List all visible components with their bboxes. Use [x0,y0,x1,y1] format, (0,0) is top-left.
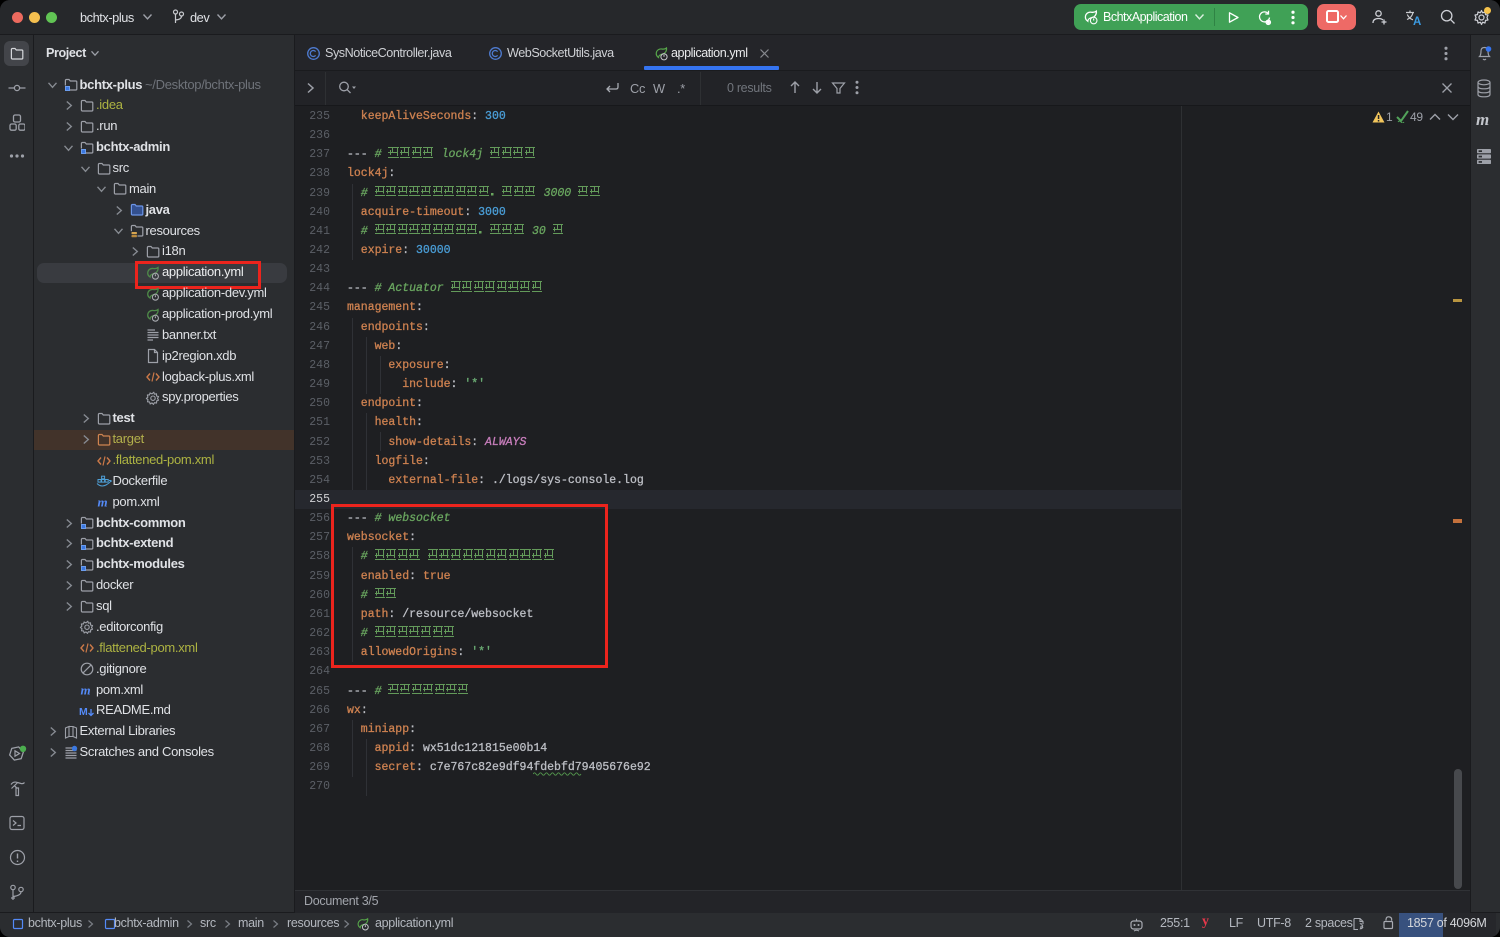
svg-text:m: m [81,683,91,698]
svg-text:m: m [97,495,107,510]
svg-text:A: A [1413,16,1421,27]
svg-text:M: M [79,706,88,718]
